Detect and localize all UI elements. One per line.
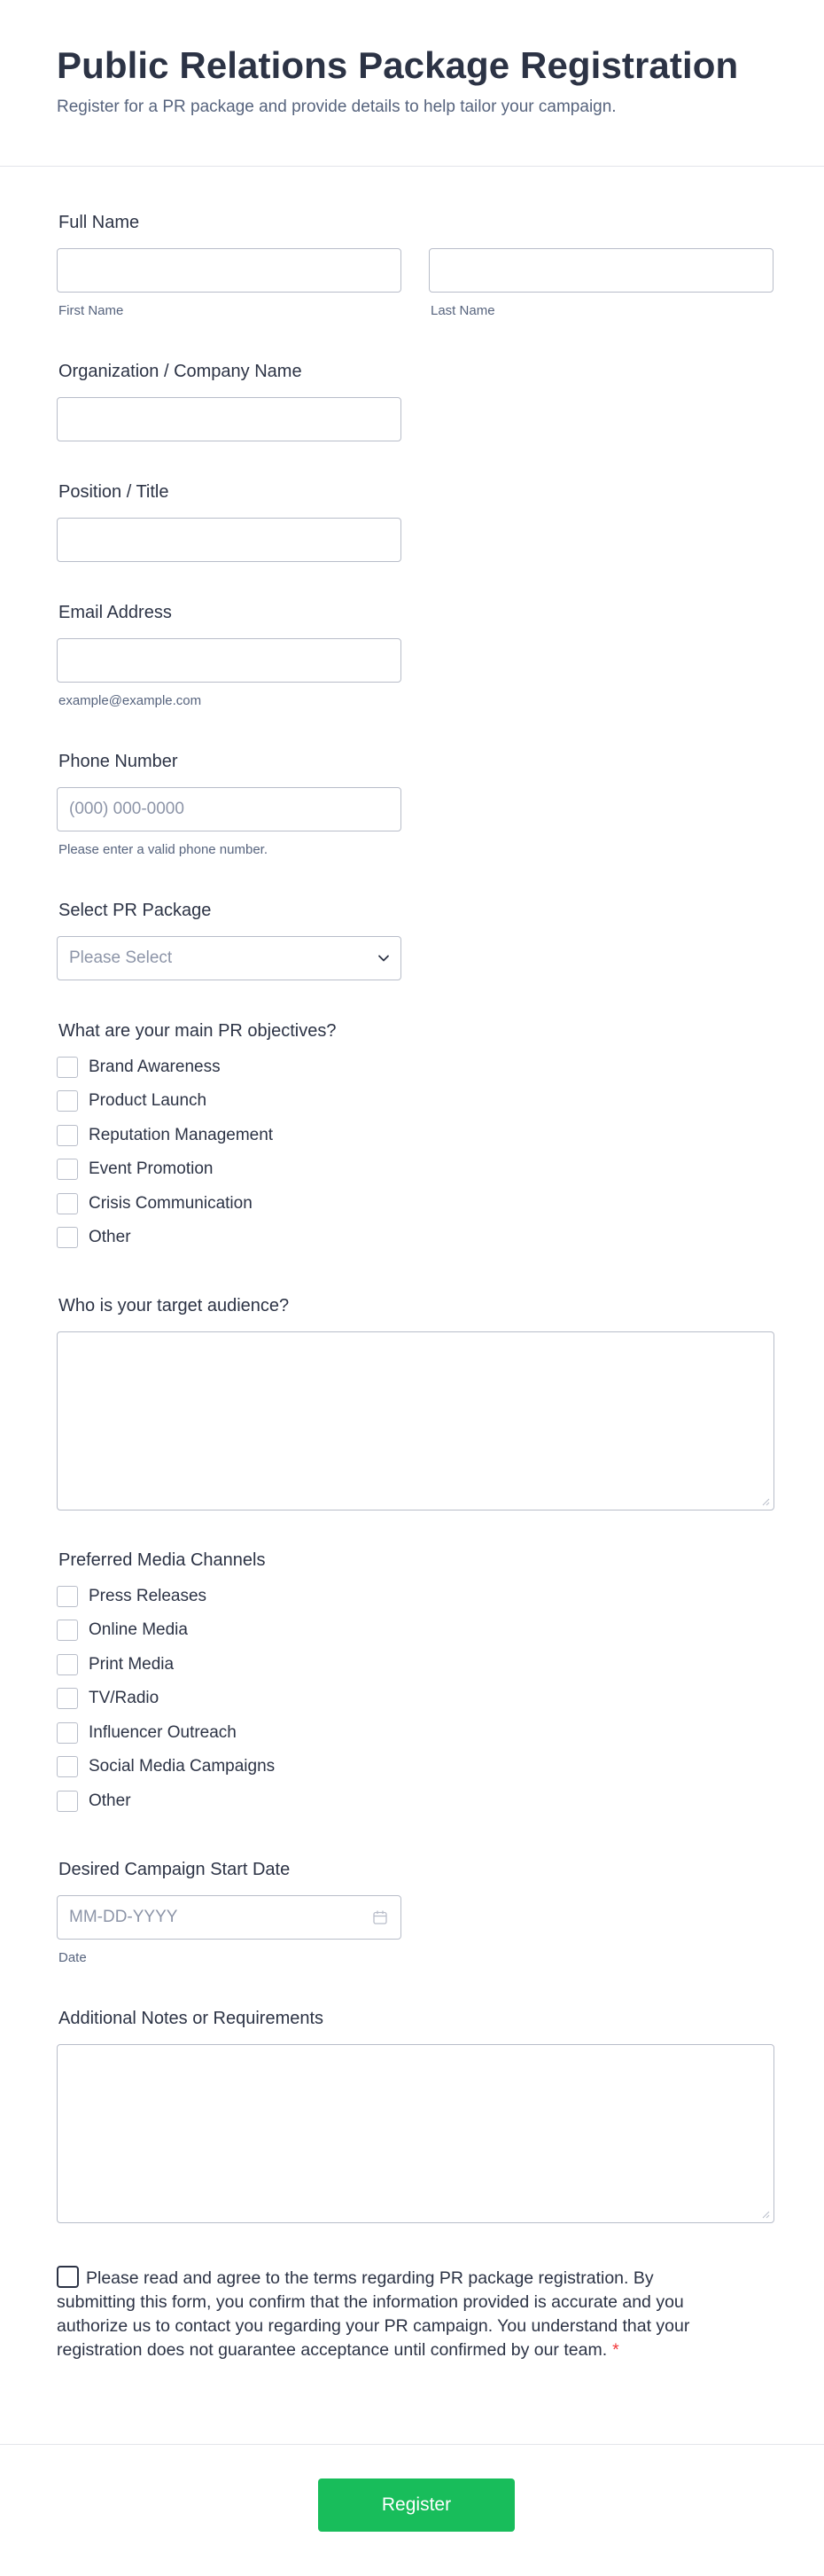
media-label: Preferred Media Channels <box>58 1550 266 1570</box>
checkbox[interactable] <box>57 1722 78 1744</box>
package-select[interactable]: Please Select <box>57 936 401 980</box>
option-label: Online Media <box>89 1620 188 1639</box>
start-date-label: Desired Campaign Start Date <box>58 1860 291 1879</box>
first-name-input[interactable] <box>57 248 401 293</box>
chevron-down-icon <box>378 955 389 962</box>
checkbox[interactable] <box>57 1688 78 1709</box>
full-name-field: Full Name First Name Last Name <box>57 211 774 326</box>
email-sublabel: example@example.com <box>58 693 202 708</box>
objectives-label: What are your main PR objectives? <box>58 1021 337 1041</box>
option-label: Social Media Campaigns <box>89 1757 276 1776</box>
checkbox[interactable] <box>57 1057 78 1078</box>
package-selected-value: Please Select <box>69 948 173 967</box>
last-name-input[interactable] <box>429 248 773 293</box>
terms-checkbox[interactable] <box>57 2266 79 2288</box>
checkbox[interactable] <box>57 1620 78 1641</box>
notes-textarea[interactable] <box>57 2044 774 2223</box>
package-field: Select PR Package Please Select <box>57 899 774 982</box>
page-subtitle: Register for a PR package and provide de… <box>57 98 617 116</box>
option-label: TV/Radio <box>89 1689 159 1707</box>
full-name-label: Full Name <box>58 213 140 232</box>
form-footer: Register <box>0 2444 824 2576</box>
email-input[interactable] <box>57 638 401 683</box>
start-date-placeholder: MM-DD-YYYY <box>69 1908 178 1926</box>
start-date-sublabel: Date <box>58 1950 87 1965</box>
required-mark: * <box>612 2340 619 2360</box>
phone-label: Phone Number <box>58 752 178 771</box>
checkbox[interactable] <box>57 1193 78 1214</box>
first-name-sublabel: First Name <box>58 303 124 318</box>
organization-input[interactable] <box>57 397 401 441</box>
option-label: Crisis Communication <box>89 1194 253 1213</box>
last-name-sublabel: Last Name <box>431 303 495 318</box>
checkbox[interactable] <box>57 1090 78 1112</box>
start-date-input[interactable]: MM-DD-YYYY <box>57 1895 401 1940</box>
calendar-icon[interactable] <box>372 1909 388 1925</box>
checkbox[interactable] <box>57 1125 78 1146</box>
email-field: Email Address example@example.com <box>57 601 774 716</box>
resize-handle-icon[interactable] <box>761 2210 770 2219</box>
phone-placeholder: (000) 000-0000 <box>69 800 184 818</box>
register-button[interactable]: Register <box>318 2478 515 2532</box>
start-date-field: Desired Campaign Start Date MM-DD-YYYY D… <box>57 1858 774 1973</box>
audience-textarea[interactable] <box>57 1331 774 1510</box>
checkbox[interactable] <box>57 1654 78 1675</box>
audience-field: Who is your target audience? <box>57 1294 774 1512</box>
media-field: Preferred Media Channels Press Releases … <box>57 1549 774 1815</box>
checkbox[interactable] <box>57 1227 78 1248</box>
option-label: Print Media <box>89 1655 175 1674</box>
phone-sublabel: Please enter a valid phone number. <box>58 842 268 857</box>
checkbox[interactable] <box>57 1159 78 1180</box>
option-label: Reputation Management <box>89 1126 274 1144</box>
option-label: Press Releases <box>89 1587 207 1605</box>
option-label: Influencer Outreach <box>89 1723 237 1742</box>
phone-input[interactable]: (000) 000-0000 <box>57 787 401 831</box>
page-title: Public Relations Package Registration <box>57 44 739 86</box>
notes-label: Additional Notes or Requirements <box>58 2009 324 2028</box>
terms-text: Please read and agree to the terms regar… <box>57 2268 690 2360</box>
resize-handle-icon[interactable] <box>761 1497 770 1506</box>
organization-label: Organization / Company Name <box>58 362 302 381</box>
terms-agreement: Please read and agree to the terms regar… <box>57 2266 695 2362</box>
package-label: Select PR Package <box>58 901 212 920</box>
position-field: Position / Title <box>57 480 774 564</box>
organization-field: Organization / Company Name <box>57 360 774 443</box>
option-label: Product Launch <box>89 1091 207 1110</box>
objectives-field: What are your main PR objectives? Brand … <box>57 1019 774 1250</box>
email-label: Email Address <box>58 603 172 622</box>
notes-field: Additional Notes or Requirements <box>57 2007 774 2225</box>
option-label: Event Promotion <box>89 1159 214 1178</box>
audience-label: Who is your target audience? <box>58 1296 290 1315</box>
checkbox[interactable] <box>57 1791 78 1812</box>
form-header: Public Relations Package Registration Re… <box>0 0 824 167</box>
position-input[interactable] <box>57 518 401 562</box>
option-label: Other <box>89 1228 131 1246</box>
phone-field: Phone Number (000) 000-0000 Please enter… <box>57 750 774 865</box>
position-label: Position / Title <box>58 482 169 502</box>
option-label: Other <box>89 1791 131 1810</box>
option-label: Brand Awareness <box>89 1058 221 1076</box>
checkbox[interactable] <box>57 1586 78 1607</box>
checkbox[interactable] <box>57 1756 78 1777</box>
